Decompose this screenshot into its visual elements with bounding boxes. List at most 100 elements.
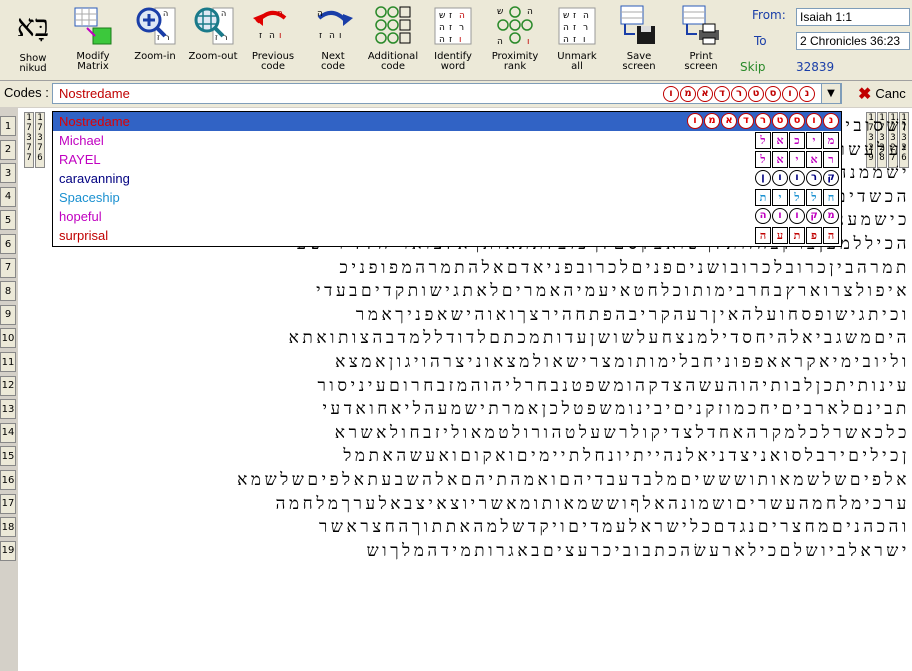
- hebrew-row: כלכאשרלכלמקרהאחדלצדיקולרשעלטהורולטמאוליז…: [334, 422, 910, 443]
- dropdown-item[interactable]: surprisal ה פ ת ע ה: [53, 226, 841, 245]
- hebrew-row: והכהניםמחצריםנגדםכלישראלעמדיםויקדשלמהאתת…: [318, 517, 910, 538]
- proximity-rank-button[interactable]: ש ה ה ו Proximity rank: [484, 2, 546, 78]
- previous-code-button[interactable]: הזהו Previous code: [242, 2, 304, 78]
- svg-text:ה: ה: [277, 9, 283, 19]
- row-number: 6: [0, 234, 16, 254]
- dropdown-item[interactable]: Nostredame נ ו ס ט ר ד א מ ו: [53, 112, 841, 131]
- cancel-button[interactable]: ✖ Canc: [858, 83, 906, 104]
- dropdown-item-label: Michael: [59, 133, 104, 148]
- svg-text:ו: ו: [339, 31, 341, 41]
- row-numbers: 1 2 3 4 5 6 7 8 9 10 11 12 13 14 15 16 17 18 19: [0, 108, 18, 671]
- code-letter: מ: [823, 132, 839, 149]
- hebrew-row: תמרהביןכרובלכרובושניםפניםלכרובפניאדםאלהת…: [339, 257, 910, 278]
- from-field[interactable]: Isaiah 1:1: [796, 8, 910, 26]
- code-letter: ו: [789, 208, 805, 224]
- dropdown-item-codes: מיכאל: [755, 132, 839, 149]
- dropdown-item-label: caravanning: [59, 171, 130, 186]
- codes-dropdown-list: Nostredame נ ו ס ט ר ד א מ ו Michael מ י כ א ל RAYEL ר א י א…: [52, 111, 842, 247]
- code-letter: ת: [755, 189, 771, 206]
- code-letter: ק: [806, 208, 822, 224]
- unmark-all-button[interactable]: שזההזרהזו Unmark all: [546, 2, 608, 78]
- zoom-in-button[interactable]: הזר Zoom-in: [124, 2, 186, 78]
- dropdown-item-label: RAYEL: [59, 152, 101, 167]
- zoom-out-button[interactable]: הזר Zoom-out: [182, 2, 244, 78]
- dropdown-item-codes: ראיאל: [755, 151, 839, 168]
- svg-text:ש: ש: [439, 11, 445, 21]
- unmark-all-icon: שזההזרהזו: [553, 2, 601, 50]
- dropdown-item[interactable]: caravanning ק ר ו ו ן: [53, 169, 841, 188]
- code-letter: ר: [823, 151, 839, 168]
- hebrew-row: תבינםלארביםיחכמוזקניםיבינומשפטלכןאמרתישמ…: [322, 399, 910, 420]
- previous-code-label: Previous code: [251, 51, 295, 72]
- identify-word-button[interactable]: שזההזרהזו Identify word: [422, 2, 484, 78]
- print-screen-button[interactable]: Print screen: [670, 2, 732, 78]
- dropdown-item[interactable]: Spaceship ח ל ל י ת: [53, 188, 841, 207]
- code-letter: א: [806, 151, 822, 168]
- code-letter: נ: [823, 113, 839, 129]
- to-field[interactable]: 2 Chronicles 36:23: [796, 32, 910, 50]
- dropdown-item-codes: קרוון: [755, 170, 839, 186]
- svg-text:ה: ה: [163, 9, 168, 18]
- logo-button[interactable]: בָּא Show nikud: [2, 2, 64, 78]
- additional-code-button[interactable]: Additional code: [362, 2, 424, 78]
- hebrew-row: ןכיליםירבלסואניצדניאלנהייתיונחלתיימיםואק…: [343, 446, 910, 467]
- next-code-button[interactable]: הזהו Next code: [302, 2, 364, 78]
- svg-text:ז: ז: [259, 31, 262, 41]
- dropdown-item[interactable]: hopeful מ ק ו ו ה: [53, 207, 841, 226]
- svg-text:ה: ה: [497, 37, 503, 47]
- row-number: 10: [0, 328, 16, 349]
- save-screen-label: Save screen: [622, 51, 656, 72]
- svg-text:ה: ה: [317, 9, 323, 19]
- code-letter: ת: [789, 227, 805, 244]
- row-number: 17: [0, 493, 16, 514]
- dropdown-item[interactable]: RAYEL ר א י א ל: [53, 150, 841, 169]
- x-icon: ✖: [858, 85, 872, 103]
- hebrew-row: וכיתגישופסחועלהאיןרעהקריבהפתחהירצךואוהיש…: [355, 304, 910, 325]
- dropdown-item-codes: מקווה: [755, 208, 839, 224]
- code-letter: ר: [731, 86, 747, 102]
- code-letter: י: [806, 132, 822, 149]
- svg-text:ז: ז: [449, 35, 452, 45]
- skip-value: 32839: [796, 60, 835, 74]
- row-number: 2: [0, 139, 16, 160]
- code-letter: א: [772, 132, 788, 149]
- dropdown-item-label: Spaceship: [59, 190, 120, 205]
- modify-matrix-button[interactable]: Modify Matrix: [62, 2, 124, 78]
- svg-text:ו: ו: [459, 35, 461, 45]
- row-number: 9: [0, 304, 16, 325]
- code-letter: ח: [823, 189, 839, 206]
- row-number: 12: [0, 375, 16, 396]
- from-label: From:: [752, 8, 786, 22]
- code-letter: י: [772, 189, 788, 206]
- svg-text:ה: ה: [563, 23, 569, 33]
- row-number: 18: [0, 517, 16, 538]
- code-letter: ע: [772, 227, 788, 244]
- row-number: 3: [0, 163, 16, 184]
- code-letter: ל: [755, 132, 771, 149]
- code-letter: א: [772, 151, 788, 168]
- svg-text:ז: ז: [215, 33, 218, 42]
- code-letter: ר: [806, 170, 822, 186]
- show-nikud-label: Show nikud: [19, 53, 47, 74]
- chevron-down-icon[interactable]: ▼: [821, 83, 841, 104]
- save-screen-button[interactable]: Save screen: [608, 2, 670, 78]
- codes-label: Codes :: [4, 85, 49, 100]
- code-letter: י: [789, 151, 805, 168]
- printer-icon: [677, 2, 725, 50]
- identify-word-icon: שזההזרהזו: [429, 2, 477, 50]
- logo-icon: בָּא: [16, 8, 50, 44]
- zoom-in-label: Zoom-in: [134, 51, 176, 62]
- codes-combobox[interactable]: Nostredame נוסטרדאמו ▼: [52, 83, 842, 104]
- dropdown-item-label: hopeful: [59, 209, 102, 224]
- dropdown-item[interactable]: Michael מ י כ א ל: [53, 131, 841, 150]
- svg-text:ז: ז: [449, 23, 452, 33]
- svg-text:ה: ה: [563, 35, 569, 45]
- code-letter: נ: [799, 86, 815, 102]
- identify-word-label: Identify word: [434, 51, 472, 72]
- matrix-icon: [69, 2, 117, 50]
- row-number: 14: [0, 422, 16, 443]
- svg-text:ה: ה: [221, 9, 226, 18]
- code-letter: ס: [765, 86, 781, 102]
- code-letter: ו: [782, 86, 798, 102]
- print-screen-label: Print screen: [684, 51, 718, 72]
